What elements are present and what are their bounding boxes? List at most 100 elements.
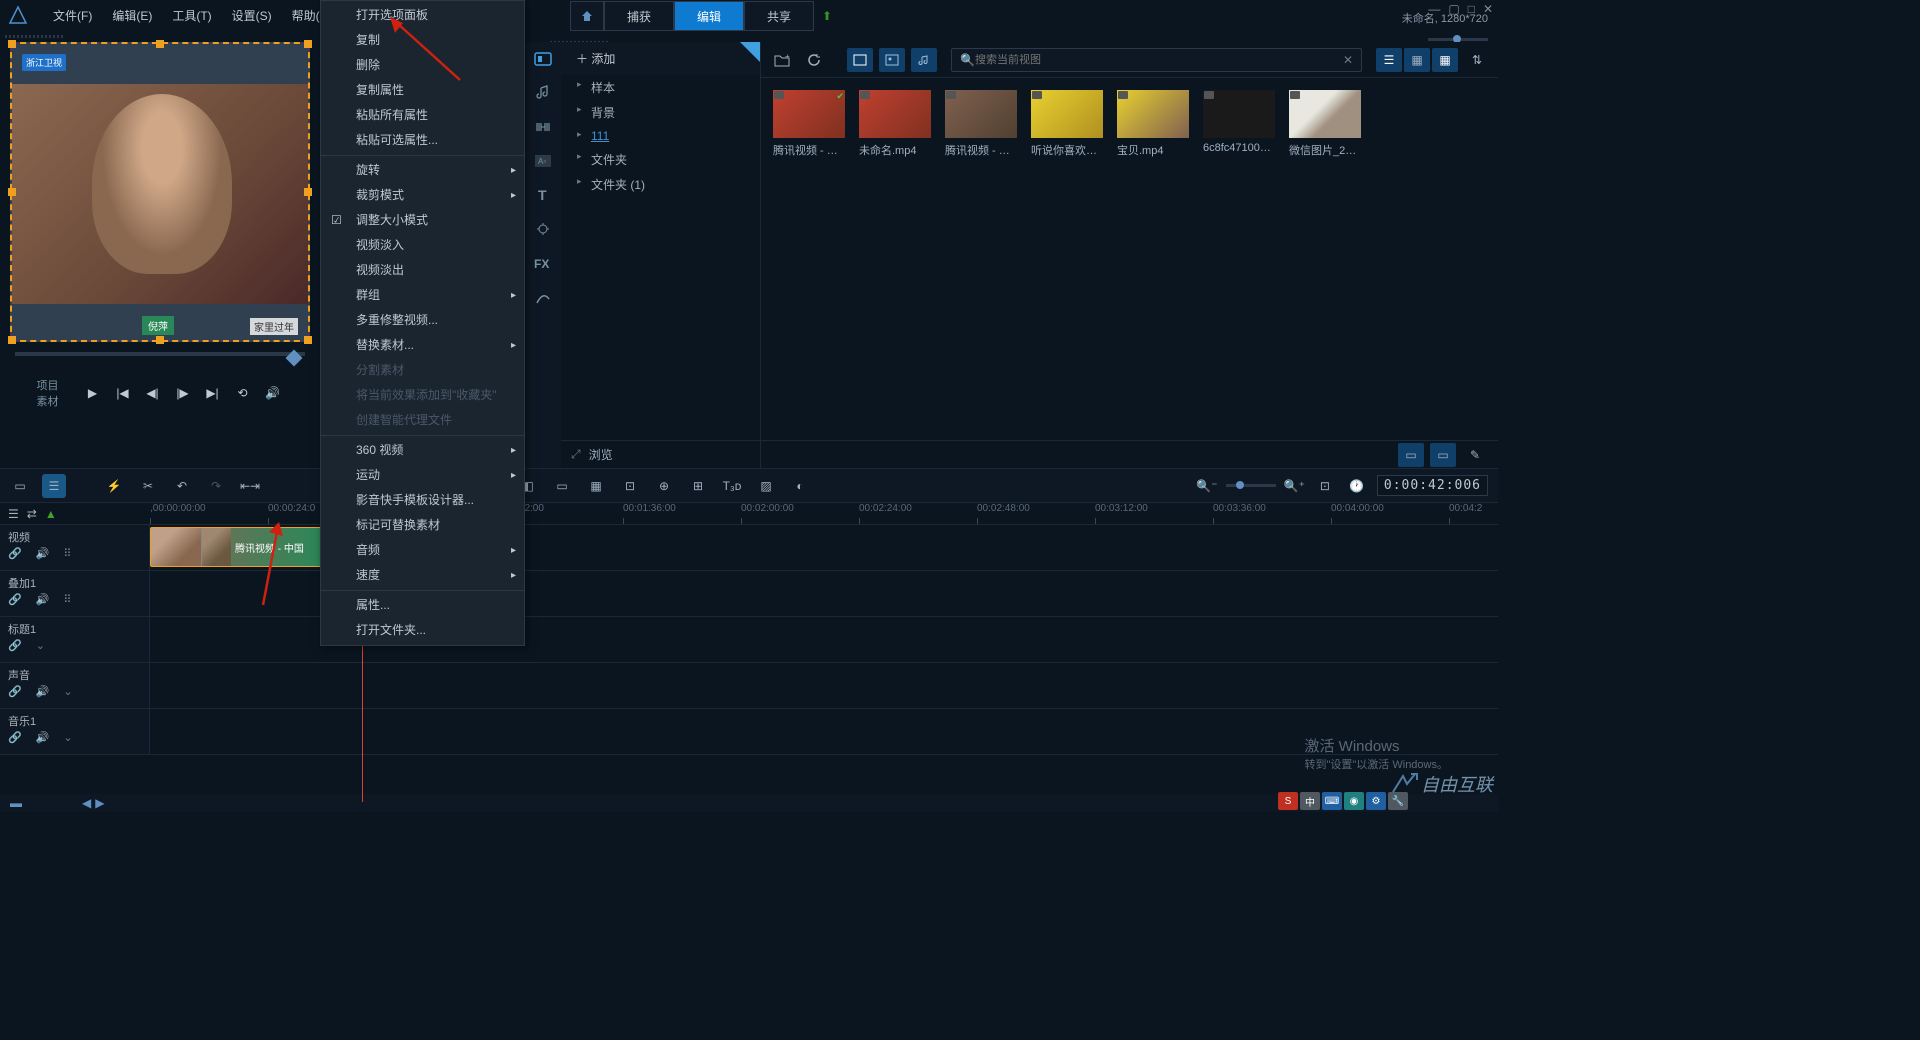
browse-button[interactable]: 浏览 — [589, 446, 613, 463]
redo-icon[interactable]: ↷ — [204, 474, 228, 498]
zoom-slider[interactable] — [1226, 484, 1276, 487]
3d-text-icon[interactable]: T₃ᴅ — [720, 474, 744, 498]
effects-icon[interactable] — [531, 217, 555, 241]
ctx-fadeout[interactable]: 视频淡出 — [321, 258, 524, 283]
import-folder-icon[interactable]: + — [769, 48, 795, 72]
scrub-slider[interactable] — [15, 352, 305, 372]
ime-sogou-icon[interactable]: S — [1278, 792, 1298, 810]
track-header[interactable]: 声音 🔗🔊⌄ — [0, 663, 150, 708]
ctx-360[interactable]: 360 视频 — [321, 438, 524, 463]
mute-icon[interactable]: 🔊 — [36, 593, 50, 606]
transition-icon[interactable] — [531, 115, 555, 139]
bottom-expand-icon[interactable]: ▬ — [10, 796, 22, 810]
multicam-icon[interactable]: ⊞ — [686, 474, 710, 498]
media-thumbnail[interactable]: 6c8fc471002dd... — [1203, 90, 1275, 158]
br-icon-1[interactable]: ▭ — [1398, 443, 1424, 467]
filter-audio-icon[interactable] — [911, 48, 937, 72]
preview-viewport[interactable]: 浙江卫视 倪萍 家里过年 — [10, 42, 310, 342]
zoom-in-icon[interactable]: 🔍⁺ — [1284, 479, 1305, 493]
expand-browse-icon[interactable]: ⤢ — [571, 447, 581, 462]
ime-zhong-icon[interactable]: 中 — [1300, 792, 1320, 810]
collapse-icon[interactable]: ⌄ — [63, 685, 72, 698]
title-icon[interactable]: A▫ — [531, 149, 555, 173]
ime-settings-icon[interactable]: ⚙ — [1366, 792, 1386, 810]
ctx-resize[interactable]: ☑调整大小模式 — [321, 208, 524, 233]
tree-background[interactable]: 背景 — [561, 100, 760, 125]
ctx-template[interactable]: 影音快手模板设计器... — [321, 488, 524, 513]
view-grid-icon[interactable]: ▦ — [1432, 48, 1458, 72]
ctx-group[interactable]: 群组 — [321, 283, 524, 308]
video-clip[interactable]: 腾讯视频 - 中国 — [150, 527, 325, 567]
filter-video-icon[interactable] — [847, 48, 873, 72]
clear-search-icon[interactable]: ✕ — [1343, 53, 1353, 67]
fit-timeline-icon[interactable]: ⊡ — [1313, 474, 1337, 498]
ctx-motion[interactable]: 运动 — [321, 463, 524, 488]
track-content[interactable] — [150, 663, 1498, 708]
go-start-button[interactable]: |◀ — [112, 382, 134, 404]
add-media-button[interactable]: ＋ 添加 — [561, 42, 760, 75]
cut-icon[interactable]: ✂ — [136, 474, 160, 498]
ctx-open-folder[interactable]: 打开文件夹... — [321, 618, 524, 643]
timeline-view-icon[interactable]: ☰ — [42, 474, 66, 498]
scroll-right-icon[interactable]: ▶ — [95, 796, 104, 810]
step-fwd-button[interactable]: |▶ — [172, 382, 194, 404]
track-header[interactable]: 音乐1 🔗🔊⌄ — [0, 709, 150, 754]
menu-file[interactable]: 文件(F) — [43, 7, 102, 24]
tree-folder[interactable]: 文件夹 — [561, 147, 760, 172]
view-list-icon[interactable]: ☰ — [1376, 48, 1402, 72]
track-header[interactable]: 视频 🔗🔊⠿ — [0, 525, 150, 570]
media-thumbnail[interactable]: ✔腾讯视频 - 中国... — [773, 90, 845, 158]
ctx-mark[interactable]: 标记可替换素材 — [321, 513, 524, 538]
mask-icon[interactable]: ◐ — [788, 474, 812, 498]
ctx-fadein[interactable]: 视频淡入 — [321, 233, 524, 258]
ctx-props[interactable]: 属性... — [321, 593, 524, 618]
lock-icon[interactable]: ⠿ — [63, 593, 71, 606]
mute-icon[interactable]: 🔊 — [36, 547, 50, 560]
chapter-icon[interactable]: ▦ — [584, 474, 608, 498]
media-thumbnail[interactable]: 宝贝.mp4 — [1117, 90, 1189, 158]
tree-sample[interactable]: 样本 — [561, 75, 760, 100]
play-button[interactable]: ▶ — [82, 382, 104, 404]
ctx-crop[interactable]: 裁剪模式 — [321, 183, 524, 208]
ctx-rotate[interactable]: 旋转 — [321, 158, 524, 183]
step-back-button[interactable]: ◀| — [142, 382, 164, 404]
ime-keyboard-icon[interactable]: ⌨ — [1322, 792, 1342, 810]
collapse-icon[interactable]: ⌄ — [36, 639, 45, 652]
zoom-out-icon[interactable]: 🔍⁻ — [1196, 479, 1217, 493]
media-thumbnail[interactable]: 听说你喜欢我 ... — [1031, 90, 1103, 158]
br-edit-icon[interactable]: ✎ — [1462, 443, 1488, 467]
text-icon[interactable]: T — [531, 183, 555, 207]
ctx-speed[interactable]: 速度 — [321, 563, 524, 588]
ctx-replace[interactable]: 替换素材... — [321, 333, 524, 358]
audio-icon[interactable] — [531, 81, 555, 105]
track-header[interactable]: 叠加1 🔗🔊⠿ — [0, 571, 150, 616]
tab-capture[interactable]: 捕获 — [604, 1, 674, 31]
ctx-paste-all[interactable]: 粘贴所有属性 — [321, 103, 524, 128]
search-box[interactable]: 🔍 ✕ — [951, 48, 1362, 72]
storyboard-view-icon[interactable]: ▭ — [8, 474, 32, 498]
mute-icon[interactable]: 🔊 — [36, 685, 50, 698]
track-header[interactable]: 标题1 🔗⌄ — [0, 617, 150, 662]
subtitle-icon[interactable]: ⊡ — [618, 474, 642, 498]
media-thumbnail[interactable]: 微信图片_2023... — [1289, 90, 1361, 158]
scroll-left-icon[interactable]: ◀ — [82, 796, 91, 810]
ctx-paste-opt[interactable]: 粘贴可选属性... — [321, 128, 524, 153]
tree-folder-count[interactable]: 文件夹 (1) — [561, 172, 760, 197]
menu-tools[interactable]: 工具(T) — [162, 7, 221, 24]
link-icon[interactable]: 🔗 — [8, 639, 22, 652]
collapse-icon[interactable]: ⌄ — [63, 731, 72, 744]
timeline-ruler[interactable]: ☰ ⇄ ▲ ,00:00:00:00 00:00:24:0 01:12:00 0… — [0, 503, 1498, 525]
ime-person-icon[interactable]: ◉ — [1344, 792, 1364, 810]
sort-icon[interactable]: ⇅ — [1464, 48, 1490, 72]
convert-icon[interactable]: ⇄ — [27, 507, 37, 521]
search-input[interactable] — [975, 54, 1343, 66]
track-manager-icon[interactable]: ☰ — [8, 507, 19, 521]
go-end-button[interactable]: ▶| — [202, 382, 224, 404]
link-icon[interactable]: 🔗 — [8, 731, 22, 744]
add-track-icon[interactable]: ▲ — [45, 507, 57, 521]
mute-icon[interactable]: 🔊 — [36, 731, 50, 744]
ctx-multitrim[interactable]: 多重修整视频... — [321, 308, 524, 333]
home-tab-button[interactable] — [570, 1, 604, 31]
tab-share[interactable]: 共享 — [744, 1, 814, 31]
bolt-icon[interactable]: ⚡ — [102, 474, 126, 498]
